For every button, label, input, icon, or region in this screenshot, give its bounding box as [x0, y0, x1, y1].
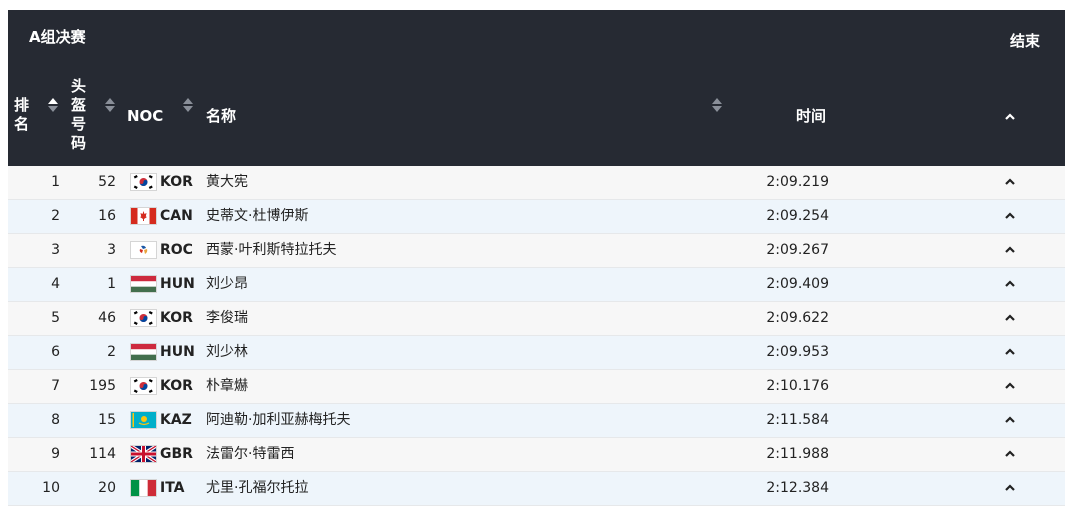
time-cell: 2:12.384: [766, 480, 829, 496]
noc-cell: KOR: [160, 310, 193, 326]
table-row[interactable]: 8 15 KAZ 阿迪勒·加利亚赫梅托夫 2:11.584: [8, 404, 1065, 438]
col-header-time[interactable]: 时间: [796, 107, 826, 126]
flag-kor-icon: [130, 309, 157, 327]
rank-cell: 3: [51, 242, 60, 258]
expand-row-chevron-icon[interactable]: [1004, 245, 1016, 255]
sort-rank-icon[interactable]: [48, 98, 58, 114]
time-cell: 2:10.176: [766, 378, 829, 394]
col-header-name[interactable]: 名称: [206, 107, 236, 126]
col-header-noc[interactable]: NOC: [127, 107, 163, 126]
athlete-name-cell: 史蒂文·杜博伊斯: [206, 208, 309, 224]
table-body: 1 52 KOR 黄大宪 2:09.219 2 16 CAN 史蒂文·杜博伊斯 2:09.254 3…: [8, 166, 1065, 506]
flag-kor-icon: [130, 377, 157, 395]
rank-cell: 7: [51, 378, 60, 394]
flag-hun-icon: [130, 275, 157, 293]
athlete-name-cell: 西蒙·叶利斯特拉托夫: [206, 242, 337, 258]
table-row[interactable]: 6 2 HUN 刘少林 2:09.953: [8, 336, 1065, 370]
time-cell: 2:09.267: [766, 242, 829, 258]
noc-cell: HUN: [160, 276, 195, 292]
noc-cell: KOR: [160, 174, 193, 190]
athlete-name-cell: 朴章爀: [206, 378, 248, 394]
bib-cell: 15: [98, 412, 116, 428]
expand-row-chevron-icon[interactable]: [1004, 415, 1016, 425]
table-row[interactable]: 10 20 ITA 尤里·孔福尔托拉 2:12.384: [8, 472, 1065, 506]
expand-row-chevron-icon[interactable]: [1004, 177, 1016, 187]
noc-cell: CAN: [160, 208, 193, 224]
rank-cell: 1: [51, 174, 60, 190]
col-header-rank[interactable]: 排名: [14, 96, 30, 134]
athlete-name-cell: 黄大宪: [206, 174, 248, 190]
flag-kor-icon: [130, 173, 157, 191]
flag-gbr-icon: [130, 445, 157, 463]
athlete-name-cell: 刘少昂: [206, 276, 248, 292]
athlete-name-cell: 尤里·孔福尔托拉: [206, 480, 309, 496]
expand-row-chevron-icon[interactable]: [1004, 347, 1016, 357]
athlete-name-cell: 李俊瑞: [206, 310, 248, 326]
noc-cell: ITA: [160, 480, 185, 496]
flag-can-icon: [130, 207, 157, 225]
noc-cell: HUN: [160, 344, 195, 360]
sort-bib-icon[interactable]: [105, 98, 115, 114]
event-title: A组决赛: [29, 28, 86, 46]
bib-cell: 1: [107, 276, 116, 292]
rank-cell: 9: [51, 446, 60, 462]
expand-row-chevron-icon[interactable]: [1004, 279, 1016, 289]
bib-cell: 114: [89, 446, 116, 462]
time-cell: 2:09.219: [766, 174, 829, 190]
bib-cell: 20: [98, 480, 116, 496]
flag-ita-icon: [130, 479, 157, 497]
bib-cell: 3: [107, 242, 116, 258]
rank-cell: 6: [51, 344, 60, 360]
bib-cell: 46: [98, 310, 116, 326]
bib-cell: 16: [98, 208, 116, 224]
time-cell: 2:09.622: [766, 310, 829, 326]
flag-roc-icon: [130, 241, 157, 259]
table-row[interactable]: 3 3 ROC 西蒙·叶利斯特拉托夫 2:09.267: [8, 234, 1065, 268]
event-status: 结束: [1009, 32, 1040, 50]
expand-row-chevron-icon[interactable]: [1004, 211, 1016, 221]
rank-cell: 8: [51, 412, 60, 428]
noc-cell: KAZ: [160, 412, 192, 428]
table-row[interactable]: 4 1 HUN 刘少昂 2:09.409: [8, 268, 1065, 302]
col-header-bib[interactable]: 头盔号码: [71, 77, 87, 153]
flag-kaz-icon: [130, 411, 157, 429]
rank-cell: 10: [42, 480, 60, 496]
table-header: A组决赛 结束 排名 头盔号码 NOC 名称 时间: [8, 10, 1065, 166]
rank-cell: 2: [51, 208, 60, 224]
flag-hun-icon: [130, 343, 157, 361]
time-cell: 2:11.988: [766, 446, 829, 462]
results-table: A组决赛 结束 排名 头盔号码 NOC 名称 时间 1 52 KOR 黄大宪 2:09.…: [8, 10, 1065, 506]
table-row[interactable]: 9 114 GBR 法雷尔·特雷西 2:11.988: [8, 438, 1065, 472]
table-row[interactable]: 2 16 CAN 史蒂文·杜博伊斯 2:09.254: [8, 200, 1065, 234]
table-row[interactable]: 7 195 KOR 朴章爀 2:10.176: [8, 370, 1065, 404]
expand-row-chevron-icon[interactable]: [1004, 381, 1016, 391]
expand-row-chevron-icon[interactable]: [1004, 483, 1016, 493]
time-cell: 2:09.409: [766, 276, 829, 292]
bib-cell: 2: [107, 344, 116, 360]
expand-row-chevron-icon[interactable]: [1004, 449, 1016, 459]
bib-cell: 195: [89, 378, 116, 394]
collapse-all-icon[interactable]: [1004, 112, 1016, 122]
athlete-name-cell: 刘少林: [206, 344, 248, 360]
sort-noc-icon[interactable]: [183, 98, 193, 114]
time-cell: 2:09.254: [766, 208, 829, 224]
rank-cell: 4: [51, 276, 60, 292]
expand-row-chevron-icon[interactable]: [1004, 313, 1016, 323]
noc-cell: ROC: [160, 242, 193, 258]
table-row[interactable]: 5 46 KOR 李俊瑞 2:09.622: [8, 302, 1065, 336]
noc-cell: KOR: [160, 378, 193, 394]
athlete-name-cell: 法雷尔·特雷西: [206, 446, 295, 462]
athlete-name-cell: 阿迪勒·加利亚赫梅托夫: [206, 412, 351, 428]
rank-cell: 5: [51, 310, 60, 326]
noc-cell: GBR: [160, 446, 193, 462]
sort-name-icon[interactable]: [712, 98, 722, 114]
time-cell: 2:09.953: [766, 344, 829, 360]
time-cell: 2:11.584: [766, 412, 829, 428]
table-row[interactable]: 1 52 KOR 黄大宪 2:09.219: [8, 166, 1065, 200]
bib-cell: 52: [98, 174, 116, 190]
